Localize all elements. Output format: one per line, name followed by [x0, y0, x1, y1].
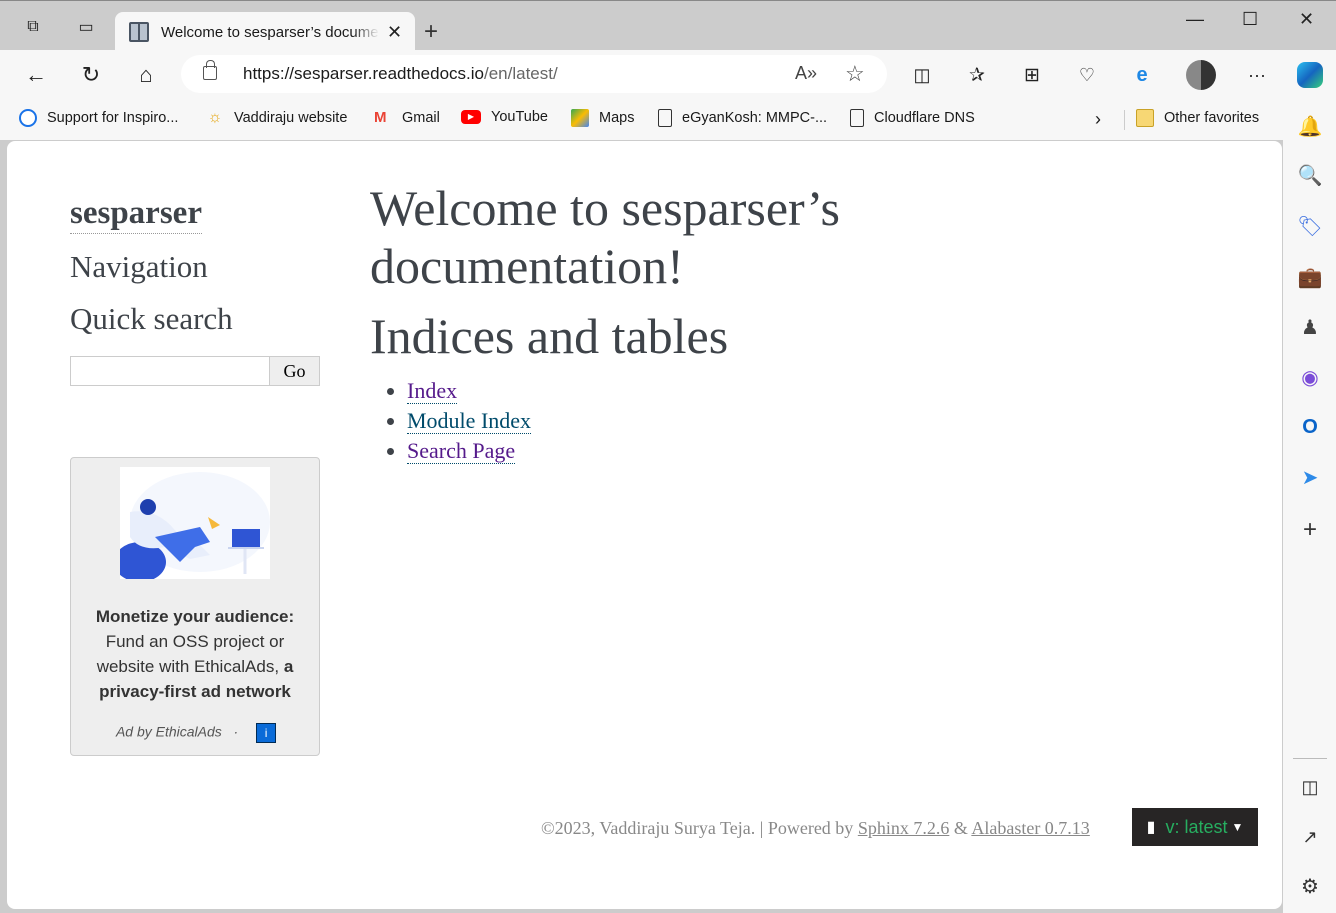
- tab-title: Welcome to sesparser’s documentation!: [161, 23, 379, 41]
- lock-icon[interactable]: [203, 60, 217, 80]
- ethicalads-box: Monetize your audience: Fund an OSS proj…: [70, 457, 320, 756]
- settings-gear-icon[interactable]: ⚙: [1297, 873, 1323, 899]
- address-bar[interactable]: https://sesparser.readthedocs.io/en/late…: [181, 55, 887, 93]
- bookmark-item[interactable]: eGyanKosh: MMPC-...: [658, 109, 827, 127]
- ad-by-link[interactable]: Ad by EthicalAds: [116, 724, 222, 740]
- read-aloud-icon[interactable]: A»: [795, 63, 817, 84]
- divider: [1124, 110, 1125, 130]
- readthedocs-version-flyout[interactable]: ▮ v: latest ▼: [1132, 808, 1258, 846]
- bookmark-item[interactable]: M Gmail: [374, 109, 440, 127]
- section-heading: Indices and tables: [370, 308, 729, 364]
- edge-sidebar: 🔔 🔍 🏷 💼 ♟ ◉ O ➤ + ◫ ↗ ⚙: [1283, 116, 1336, 913]
- project-logo-link[interactable]: sesparser: [70, 193, 202, 234]
- footer: ©2023, Vaddiraju Surya Teja. | Powered b…: [541, 818, 1090, 839]
- gmail-icon: M: [374, 109, 387, 126]
- add-sidebar-app-icon[interactable]: +: [1297, 516, 1323, 543]
- copyright-text: ©2023, Vaddiraju Surya Teja. | Powered b…: [541, 818, 858, 838]
- outlook-icon[interactable]: O: [1297, 414, 1323, 440]
- sphinx-link[interactable]: Sphinx 7.2.6: [858, 818, 950, 838]
- sun-icon: ☼: [207, 109, 223, 126]
- bookmarks-bar: Support for Inspiro... ☼ Vaddiraju websit…: [0, 100, 1336, 140]
- ad-info-icon[interactable]: i: [256, 723, 277, 743]
- profile-avatar[interactable]: [1186, 60, 1216, 90]
- search-page-link[interactable]: Search Page: [407, 438, 516, 464]
- go-button[interactable]: Go: [269, 356, 320, 386]
- ampersand: &: [949, 818, 972, 838]
- notifications-bell-icon[interactable]: 🔔: [1297, 113, 1323, 139]
- quick-search-heading: Quick search: [70, 301, 233, 336]
- maps-icon: [571, 109, 589, 127]
- bookmark-item[interactable]: Support for Inspiro...: [19, 109, 178, 127]
- dell-icon: [19, 109, 37, 127]
- shopping-tag-icon[interactable]: 🏷: [1297, 213, 1323, 239]
- games-chess-icon[interactable]: ♟: [1297, 314, 1323, 340]
- close-window-icon[interactable]: ✕: [1299, 9, 1314, 30]
- ie-mode-icon[interactable]: e: [1129, 62, 1155, 88]
- browser-essentials-icon[interactable]: ♡: [1074, 62, 1100, 88]
- new-tab-button[interactable]: +: [424, 18, 438, 46]
- ad-illustration[interactable]: [114, 467, 270, 582]
- more-bookmarks-chevron-icon[interactable]: ›: [1095, 109, 1101, 130]
- maximize-icon[interactable]: ☐: [1242, 9, 1258, 30]
- workspaces-icon[interactable]: ⧉: [21, 15, 45, 39]
- list-item: Search Page: [407, 436, 531, 466]
- quick-search-input[interactable]: [70, 356, 270, 386]
- caret-down-icon: ▼: [1231, 820, 1244, 834]
- youtube-icon: ▶: [461, 110, 481, 124]
- web-page: sesparser Navigation Quick search Go Mon…: [7, 141, 1282, 909]
- index-link[interactable]: Index: [407, 378, 458, 404]
- search-icon[interactable]: 🔍: [1297, 162, 1323, 188]
- minimize-icon[interactable]: —: [1186, 9, 1204, 30]
- back-icon[interactable]: ←: [23, 62, 49, 88]
- more-menu-icon[interactable]: ···: [1244, 62, 1270, 88]
- list-item: Index: [407, 376, 531, 406]
- divider: [1293, 758, 1327, 759]
- bookmark-item[interactable]: ▶ YouTube: [461, 109, 548, 125]
- bookmark-item[interactable]: Cloudflare DNS: [850, 109, 975, 127]
- tools-briefcase-icon[interactable]: 💼: [1297, 264, 1323, 290]
- ad-text[interactable]: Monetize your audience: Fund an OSS proj…: [81, 604, 309, 704]
- copilot-icon[interactable]: [1297, 62, 1323, 88]
- toolbar: ← ↻ ⌂ https://sesparser.readthedocs.io/e…: [0, 50, 1336, 100]
- book-icon: ▮: [1146, 819, 1156, 836]
- microsoft365-icon[interactable]: ◉: [1297, 364, 1323, 390]
- bookmark-item[interactable]: ☼ Vaddiraju website: [206, 109, 348, 127]
- close-tab-icon[interactable]: ✕: [387, 22, 402, 43]
- module-index-link[interactable]: Module Index: [407, 408, 532, 434]
- alabaster-link[interactable]: Alabaster 0.7.13: [971, 818, 1089, 838]
- home-icon[interactable]: ⌂: [133, 62, 159, 88]
- bookmark-item[interactable]: Maps: [571, 109, 634, 127]
- separator: ·: [233, 723, 239, 740]
- hide-sidebar-icon[interactable]: ◫: [1297, 774, 1323, 800]
- collections-icon[interactable]: ⊞: [1019, 62, 1045, 88]
- favorites-icon[interactable]: ✰: [964, 62, 990, 88]
- page-icon: [658, 109, 672, 127]
- refresh-icon[interactable]: ↻: [78, 62, 104, 88]
- drop-send-icon[interactable]: ➤: [1297, 464, 1323, 490]
- ad-attribution: Ad by EthicalAds · i: [71, 723, 321, 743]
- url-text[interactable]: https://sesparser.readthedocs.io/en/late…: [243, 64, 558, 84]
- folder-icon: [1136, 109, 1154, 127]
- vertical-tabs-icon[interactable]: ▭: [74, 15, 98, 39]
- indices-list: Index Module Index Search Page: [387, 376, 532, 466]
- version-label: v: latest: [1165, 816, 1228, 837]
- favorite-star-icon[interactable]: ☆: [845, 61, 865, 87]
- list-item: Module Index: [407, 406, 532, 436]
- split-screen-icon[interactable]: ◫: [909, 62, 935, 88]
- open-external-icon[interactable]: ↗: [1297, 824, 1323, 850]
- title-bar: ⧉ ▭ Welcome to sesparser’s documentation…: [0, 0, 1336, 52]
- page-icon: [850, 109, 864, 127]
- docs-favicon-icon: [129, 22, 149, 42]
- other-favorites[interactable]: Other favorites: [1136, 109, 1259, 127]
- page-title: Welcome to sesparser’s documentation!: [370, 180, 840, 294]
- navigation-heading: Navigation: [70, 249, 208, 284]
- active-tab[interactable]: Welcome to sesparser’s documentation! ✕: [115, 12, 415, 52]
